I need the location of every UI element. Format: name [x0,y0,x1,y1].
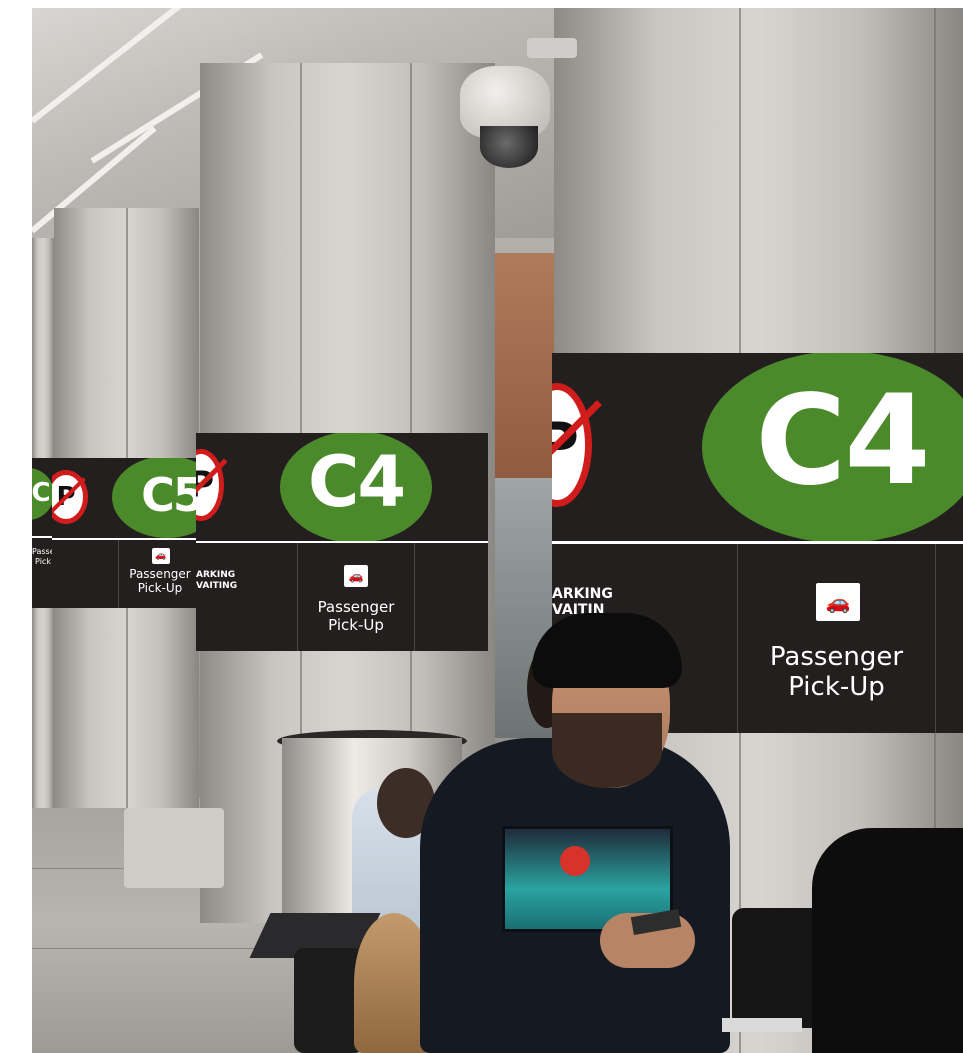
pickup-car-icon: 🚗 [816,583,860,621]
gate-code: C4 [755,369,930,513]
man-beard [552,713,662,788]
gate-code: C4 [307,441,406,523]
airport-curbside-scene: C Passer Pick P C5 🚗 Passenger Pick-Up P… [32,8,963,1053]
bench [124,808,224,888]
camera-dome [480,126,538,168]
sign-label-line1: Passenger [129,567,191,581]
sign-label-line1: Passenger [769,642,904,672]
hoodie-sun [560,846,590,876]
no-parking-icon: P [52,470,88,524]
luggage-cart [722,1018,802,1032]
camera-mount [527,38,577,58]
backwards-cap [532,613,682,688]
gate-sign-far-left: C Passer Pick [32,458,52,608]
sign-label-line2: Pick [35,557,51,566]
pickup-car-icon: 🚗 [344,565,368,587]
sign-label-line2: Pick-Up [137,581,183,595]
sign-label-line1: Passenger [317,598,395,616]
sign-label-line2: Pick-Up [328,616,384,634]
no-parking-icon: P [552,383,602,507]
person-right-edge [812,828,963,1053]
no-parking-text-line1: ARKING [196,570,236,580]
gate-sign-c5: P C5 🚗 Passenger Pick-Up [52,458,200,608]
no-parking-text-line1: ARKING [552,586,613,602]
sign-label-line2: Pick-Up [788,672,885,702]
pickup-car-icon: 🚗 [152,548,170,564]
gate-code: C5 [141,468,200,522]
no-parking-text-line2: VAITING [196,581,238,591]
gate-code: C [32,478,51,508]
gate-sign-c4-middle: P C4 ARKING VAITING 🚗 Passenger Pick-Up [196,433,488,651]
sign-label-line1: Passer [32,547,52,556]
no-parking-icon: P [196,449,228,521]
terminal-wall [490,253,554,483]
